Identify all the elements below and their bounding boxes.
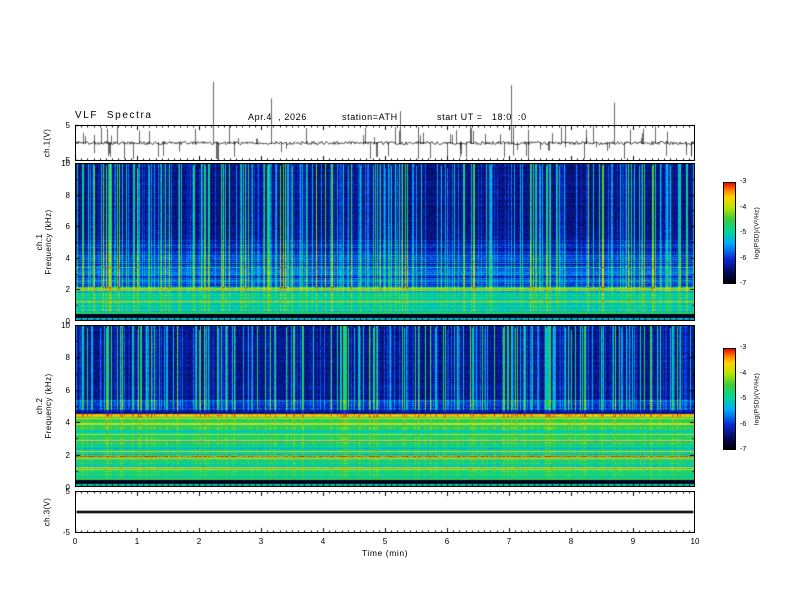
ch1-spec-ytick: 2 [65, 285, 70, 294]
ch2-spectrogram-canvas [75, 325, 695, 487]
colorbar-ch2-label: log(PSD)/(V²/Hz) [753, 373, 761, 425]
time-axis-tick: 1 [134, 537, 140, 546]
colorbar-ch1-tick: -3 [740, 178, 747, 185]
time-axis-tick: 6 [444, 537, 450, 546]
ch2-spec-ytick: 0 [65, 483, 70, 492]
ch2-spec-axis-label-line2: Frequency (kHz) [44, 373, 53, 439]
colorbar-ch1-canvas [723, 182, 736, 284]
colorbar-ch1-tick: -7 [740, 280, 747, 287]
ch2-spec-ytick: 6 [65, 386, 70, 395]
time-axis-tick: 2 [196, 537, 202, 546]
colorbar-ch1-tick: -5 [740, 229, 747, 236]
colorbar-ch1-tick: -6 [740, 255, 747, 262]
ch1-spectrogram-canvas [75, 163, 695, 321]
ch1-waveform-canvas [75, 58, 695, 161]
ch1-wave-ytick-top: 5 [65, 121, 70, 130]
ch1-spec-axis-label-line2: Frequency (kHz) [44, 209, 53, 275]
time-axis-tick: 10 [690, 537, 700, 546]
ch2-spec-axis-label-line1: ch.2 [35, 397, 44, 415]
ch1-spec-axis-label-line1: ch.1 [35, 233, 44, 251]
ch3-waveform-canvas [75, 491, 695, 533]
time-axis-tick: 0 [72, 537, 78, 546]
time-axis-tick: 3 [258, 537, 264, 546]
vlf-spectra-figure: VLF Spectra Apr.4 , 2026 station=ATH sta… [0, 0, 792, 612]
colorbar-ch2-tick: -4 [740, 370, 747, 377]
time-axis-tick: 5 [382, 537, 388, 546]
ch1-wave-axis-label: ch.1(V) [42, 128, 52, 158]
ch3-wave-axis-label: ch.3(V) [42, 497, 52, 527]
colorbar-ch2-canvas [723, 348, 736, 450]
ch3-wave-ytick-bottom: -5 [62, 528, 70, 537]
time-axis-tick: 4 [320, 537, 326, 546]
ch2-spec-ytick: 2 [65, 451, 70, 460]
colorbar-ch2-tick: -3 [740, 344, 747, 351]
colorbar-ch2-tick: -5 [740, 395, 747, 402]
time-axis-tick: 9 [630, 537, 636, 546]
ch1-spec-ytick: 10 [61, 159, 70, 168]
colorbar-ch1-tick: -4 [740, 204, 747, 211]
ch1-spec-axis-label: ch.1 Frequency (kHz) [35, 209, 53, 274]
colorbar-ch1-label: log(PSD)/(V²/Hz) [753, 207, 761, 259]
ch2-spec-ytick: 4 [65, 418, 70, 427]
time-axis-label: Time (min) [361, 548, 409, 558]
ch1-spec-ytick: 6 [65, 222, 70, 231]
colorbar-ch2-tick: -6 [740, 421, 747, 428]
time-axis-tick: 8 [568, 537, 574, 546]
ch1-spec-ytick: 8 [65, 191, 70, 200]
time-axis-tick: 7 [506, 537, 512, 546]
colorbar-ch2-tick: -7 [740, 446, 747, 453]
ch2-spec-ytick: 10 [61, 321, 70, 330]
ch2-spec-axis-label: ch.2 Frequency (kHz) [35, 373, 53, 438]
ch1-spec-ytick: 4 [65, 254, 70, 263]
ch2-spec-ytick: 8 [65, 353, 70, 362]
